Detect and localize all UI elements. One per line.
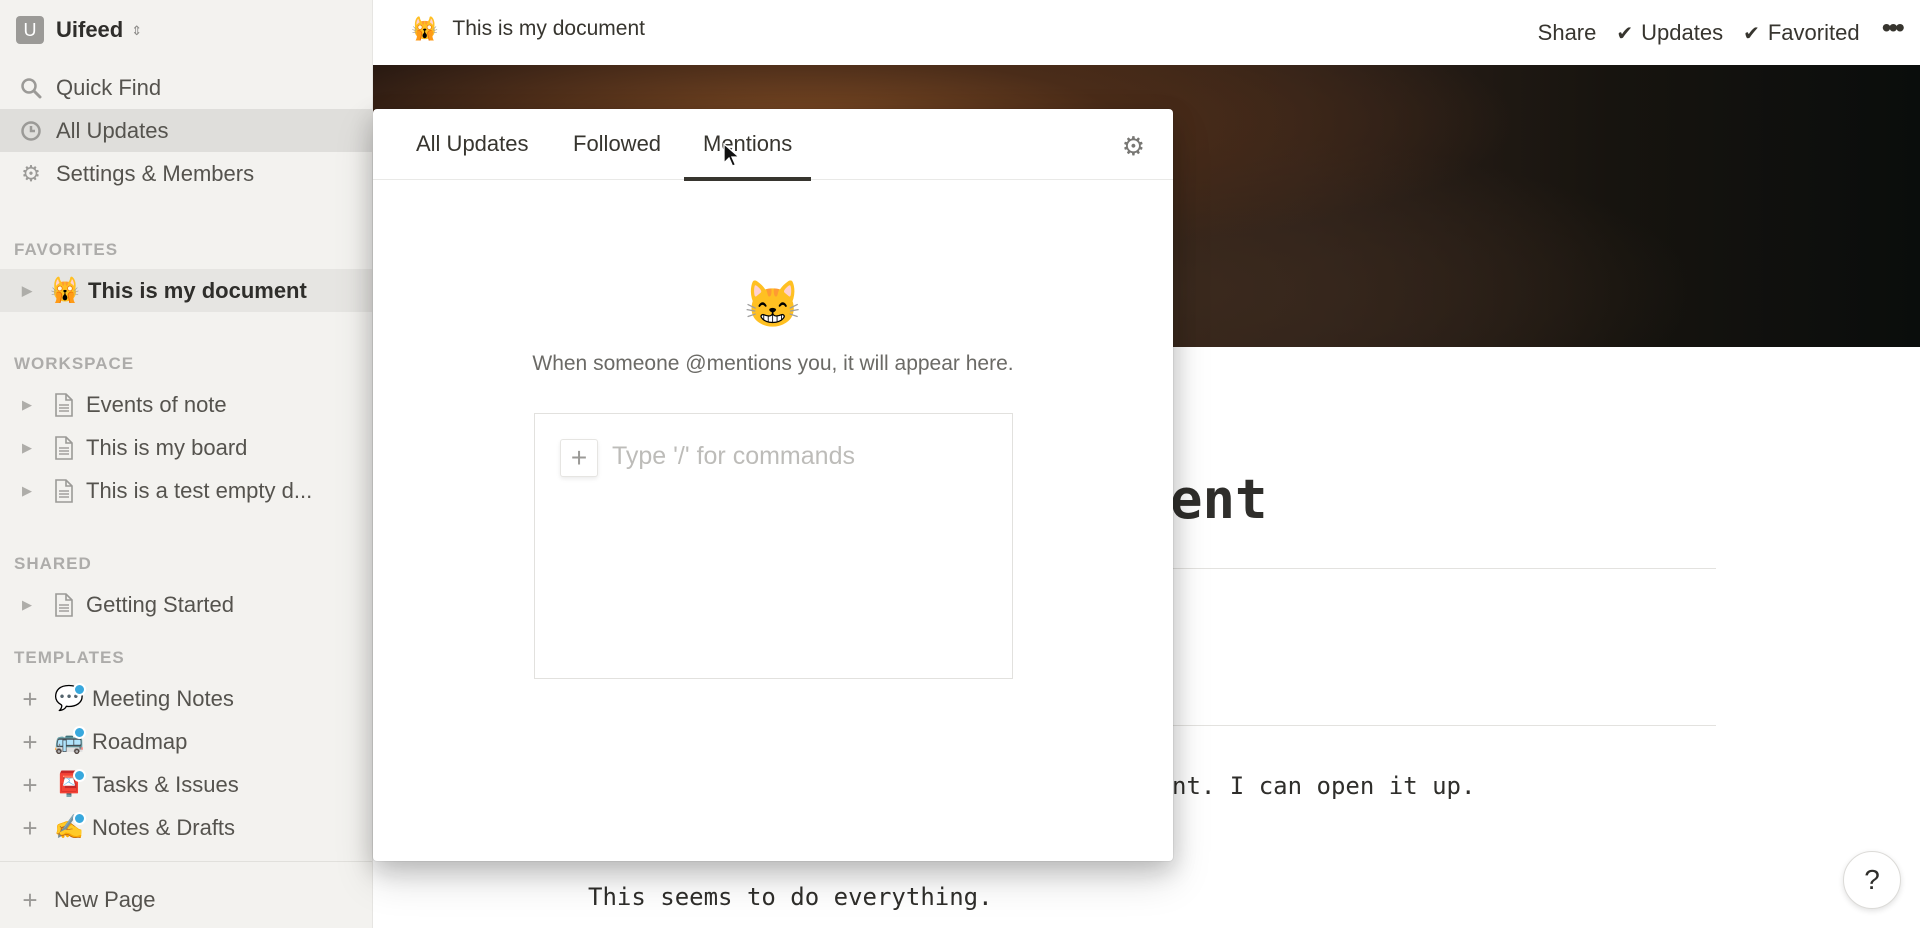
- plus-icon[interactable]: +: [20, 772, 40, 798]
- page-label: This is my document: [88, 277, 307, 303]
- section-label-workspace: WORKSPACE: [14, 354, 135, 373]
- share-button[interactable]: Share: [1538, 20, 1597, 46]
- favorited-button[interactable]: ✔ Favorited: [1743, 20, 1859, 46]
- search-icon: [18, 77, 44, 99]
- tab-all-updates[interactable]: All Updates: [416, 131, 529, 180]
- template-item[interactable]: + ✍️ Notes & Drafts: [0, 806, 372, 849]
- comment-editor: +: [534, 413, 1013, 679]
- tab-label: Mentions: [703, 131, 793, 156]
- tab-label: Followed: [573, 131, 662, 156]
- new-badge-dot: [73, 682, 86, 696]
- new-badge-dot: [73, 811, 86, 825]
- topbar: 🙀 This is my document Share ✔ Updates ✔ …: [373, 0, 1920, 65]
- workspace-switcher[interactable]: U Uifeed ⇕: [16, 16, 142, 44]
- page-emoji-icon: 🙀: [411, 16, 439, 41]
- empty-state-message: When someone @mentions you, it will appe…: [532, 352, 1014, 375]
- plus-icon[interactable]: +: [20, 815, 40, 841]
- template-item[interactable]: + 💬 Meeting Notes: [0, 677, 372, 720]
- section-label-templates: TEMPLATES: [14, 648, 125, 667]
- breadcrumb-title: This is my document: [452, 17, 645, 40]
- sidebar-item-all-updates[interactable]: All Updates: [0, 109, 372, 152]
- document-icon: [52, 478, 76, 503]
- template-emoji-icon: 📮: [54, 768, 86, 797]
- workspace-avatar: U: [16, 16, 44, 44]
- topbar-actions: Share ✔ Updates ✔ Favorited •••: [1518, 14, 1905, 52]
- template-item[interactable]: + 🚌 Roadmap: [0, 720, 372, 763]
- favorited-label: Favorited: [1767, 20, 1860, 45]
- sidebar-item-label: Settings & Members: [56, 160, 255, 186]
- divider: [1170, 725, 1716, 726]
- plus-icon[interactable]: +: [20, 729, 40, 755]
- plus-icon: +: [22, 884, 38, 915]
- updates-button[interactable]: ✔ Updates: [1616, 20, 1723, 46]
- sidebar-divider: [0, 861, 372, 862]
- workspace-name: Uifeed: [56, 17, 124, 42]
- template-label: Notes & Drafts: [92, 814, 236, 840]
- grinning-cat-icon: 😸: [744, 278, 802, 330]
- template-label: Tasks & Issues: [92, 771, 239, 797]
- expand-triangle-icon[interactable]: ▶: [22, 397, 36, 413]
- sidebar-item-label: Quick Find: [56, 74, 162, 100]
- template-emoji-icon: 💬: [54, 682, 86, 711]
- section-label-favorites: FAVORITES: [14, 240, 119, 259]
- section-label-shared: SHARED: [14, 554, 92, 573]
- divider: [1170, 568, 1716, 569]
- workspace-page-item[interactable]: ▶ This is my board: [0, 426, 372, 469]
- check-icon: ✔: [1616, 22, 1634, 45]
- expand-triangle-icon[interactable]: ▶: [22, 597, 36, 613]
- plus-icon[interactable]: +: [20, 686, 40, 712]
- template-label: Roadmap: [92, 728, 188, 754]
- new-page-button[interactable]: + New Page: [0, 878, 372, 921]
- sidebar-item-settings-members[interactable]: ⚙ Settings & Members: [0, 152, 372, 195]
- page-label: This is my board: [86, 434, 248, 460]
- new-badge-dot: [73, 768, 86, 782]
- more-options-icon[interactable]: •••: [1882, 14, 1905, 52]
- updates-tabs: All Updates Followed Mentions ⚙: [373, 109, 1173, 181]
- check-icon: ✔: [1743, 22, 1760, 45]
- active-tab-indicator: [684, 177, 812, 181]
- tab-label: All Updates: [416, 131, 529, 156]
- chevron-up-down-icon: ⇕: [131, 22, 143, 38]
- gear-icon: ⚙: [21, 160, 41, 186]
- updates-label: Updates: [1641, 20, 1724, 45]
- document-icon: [52, 592, 76, 617]
- new-page-label: New Page: [54, 886, 156, 912]
- breadcrumb[interactable]: 🙀 This is my document: [411, 16, 645, 42]
- tab-followed[interactable]: Followed: [573, 131, 661, 180]
- clock-icon: [18, 120, 44, 142]
- sidebar-item-label: All Updates: [56, 117, 169, 143]
- template-emoji-icon: 🚌: [54, 725, 86, 754]
- document-title[interactable]: ent: [1170, 468, 1268, 531]
- help-button[interactable]: ?: [1843, 851, 1901, 909]
- expand-triangle-icon[interactable]: ▶: [22, 483, 36, 499]
- document-icon: [52, 392, 76, 417]
- sidebar-item-quick-find[interactable]: Quick Find: [0, 66, 372, 109]
- template-label: Meeting Notes: [92, 685, 234, 711]
- document-paragraph[interactable]: This seems to do everything.: [588, 883, 993, 911]
- sidebar: U Uifeed ⇕ Quick Find All Updates ⚙ Sett…: [0, 0, 373, 928]
- shared-page-item[interactable]: ▶ Getting Started: [0, 583, 372, 626]
- page-emoji-icon: 🙀: [50, 276, 80, 304]
- workspace-page-item[interactable]: ▶ Events of note: [0, 383, 372, 426]
- expand-triangle-icon[interactable]: ▶: [22, 440, 36, 456]
- favorite-item[interactable]: ▶ 🙀 This is my document: [0, 269, 372, 312]
- workspace-page-item[interactable]: ▶ This is a test empty d...: [0, 469, 372, 512]
- document-icon: [52, 435, 76, 460]
- command-input[interactable]: [612, 442, 992, 471]
- expand-triangle-icon[interactable]: ▶: [22, 283, 36, 299]
- page-label: This is a test empty d...: [86, 477, 313, 503]
- template-emoji-icon: ✍️: [54, 811, 86, 840]
- template-item[interactable]: + 📮 Tasks & Issues: [0, 763, 372, 806]
- page-label: Events of note: [86, 391, 227, 417]
- new-badge-dot: [73, 725, 86, 739]
- updates-popup: All Updates Followed Mentions ⚙ 😸 When s…: [373, 109, 1173, 861]
- gear-icon[interactable]: ⚙: [1122, 131, 1145, 162]
- add-block-button[interactable]: +: [560, 439, 598, 477]
- document-paragraph[interactable]: nt. I can open it up.: [1172, 772, 1475, 800]
- tab-mentions[interactable]: Mentions: [684, 131, 812, 181]
- page-label: Getting Started: [86, 591, 234, 617]
